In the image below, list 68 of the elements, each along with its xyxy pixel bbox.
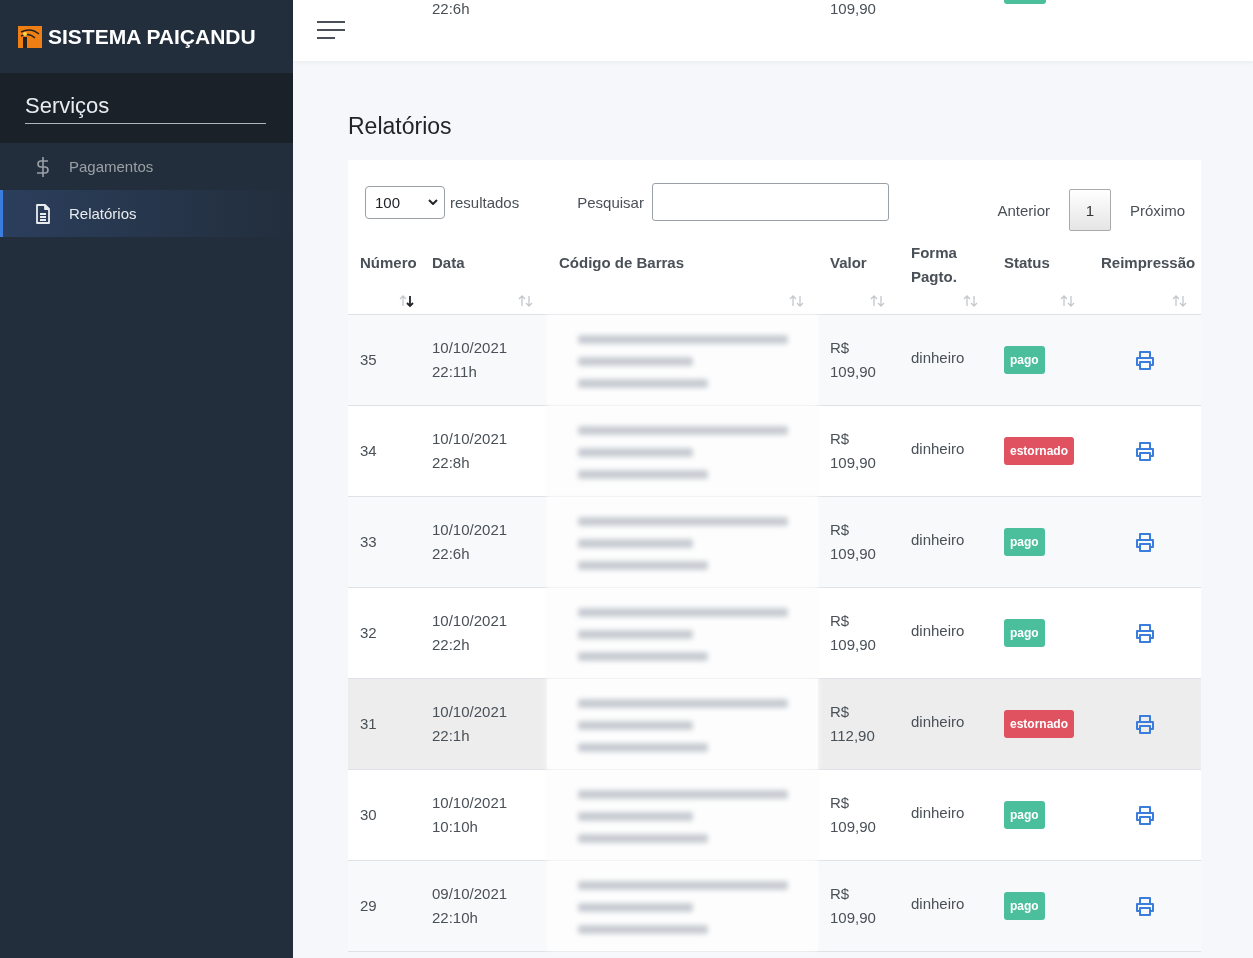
table-cell-text: 10/10/2021 22:2h: [432, 611, 508, 655]
printer-icon[interactable]: [1135, 623, 1155, 643]
status-badge: pago: [1004, 346, 1045, 374]
table-cell-text: 32: [360, 623, 377, 643]
brand-name: SISTEMA PAIÇANDU: [48, 24, 256, 49]
table-cell-text: dinheiro: [911, 621, 965, 641]
table-cell: 109,90: [830, 0, 876, 18]
table-cell-text: 10/10/2021 10:10h: [432, 793, 508, 837]
column-header[interactable]: Valor: [830, 250, 893, 275]
table-cell-text: 10/10/2021 22:6h: [432, 520, 508, 564]
column-header[interactable]: Reimpressão: [1101, 250, 1195, 275]
page-size-label: resultados: [450, 193, 520, 211]
column-header[interactable]: Código de Barras: [559, 250, 812, 275]
section-heading: Serviços: [25, 93, 266, 124]
document-icon: [35, 203, 51, 224]
column-header[interactable]: Número: [360, 250, 414, 275]
table-cell-text: 34: [360, 441, 377, 461]
table-cell-text: R$ 109,90: [830, 338, 876, 382]
printer-icon[interactable]: [1135, 350, 1155, 370]
logo-icon: [18, 25, 42, 48]
status-badge: pago: [1004, 892, 1045, 920]
dollar-icon: [35, 155, 51, 178]
page-button[interactable]: 1: [1069, 189, 1111, 231]
status-badge: pago: [1004, 801, 1045, 829]
previous-link[interactable]: Anterior: [997, 201, 1050, 219]
menu-icon[interactable]: [317, 20, 345, 40]
table-cell-text: 10/10/2021 22:1h: [432, 702, 508, 746]
table-cell-text: dinheiro: [911, 803, 965, 823]
table-cell-text: dinheiro: [911, 348, 965, 368]
table-cell-text: R$ 109,90: [830, 429, 876, 473]
printer-icon[interactable]: [1135, 532, 1155, 552]
status-badge: estornado: [1004, 710, 1074, 738]
printer-icon[interactable]: [1135, 805, 1155, 825]
sort-icon[interactable]: [398, 294, 416, 308]
status-badge: pago: [1004, 528, 1045, 556]
table-cell: 22:6h: [432, 0, 470, 18]
printer-icon[interactable]: [1135, 714, 1155, 734]
sidebar-item[interactable]: Pagamentos: [0, 143, 293, 190]
table-cell-text: R$ 109,90: [830, 611, 876, 655]
chevron-icon: [428, 199, 438, 205]
table-cell-text: dinheiro: [911, 894, 965, 914]
table-cell-text: 10/10/2021 22:11h: [432, 338, 508, 382]
table-cell-text: 31: [360, 714, 377, 734]
column-header[interactable]: Data: [432, 250, 541, 275]
table-cell-text: 10/10/2021 22:8h: [432, 429, 508, 473]
table-cell-text: dinheiro: [911, 530, 965, 550]
table-cell-text: R$ 109,90: [830, 793, 876, 837]
table-cell-text: 09/10/2021 22:10h: [432, 884, 508, 928]
table-cell-text: R$ 109,90: [830, 520, 876, 564]
search-label: Pesquisar: [577, 193, 644, 211]
table-cell-text: 29: [360, 896, 377, 916]
page-size-select[interactable]: 100: [365, 185, 445, 219]
table-cell-text: dinheiro: [911, 439, 965, 459]
status-badge: estornado: [1004, 437, 1074, 465]
table-cell-text: dinheiro: [911, 712, 965, 732]
search-field[interactable]: [651, 183, 889, 221]
page-title: Relatórios: [348, 113, 453, 140]
table-cell-text: 33: [360, 532, 377, 552]
table-cell-text: 30: [360, 805, 377, 825]
table-cell-text: R$ 112,90: [830, 702, 875, 746]
printer-icon[interactable]: [1135, 896, 1155, 916]
table-cell-text: R$ 109,90: [830, 884, 876, 928]
column-header[interactable]: Forma Pagto.: [911, 240, 971, 289]
next-link[interactable]: Próximo: [1130, 201, 1185, 219]
column-header[interactable]: Status: [1004, 250, 1083, 275]
table-cell-text: 35: [360, 350, 377, 370]
printer-icon[interactable]: [1135, 441, 1155, 461]
status-badge: pago: [1004, 619, 1045, 647]
